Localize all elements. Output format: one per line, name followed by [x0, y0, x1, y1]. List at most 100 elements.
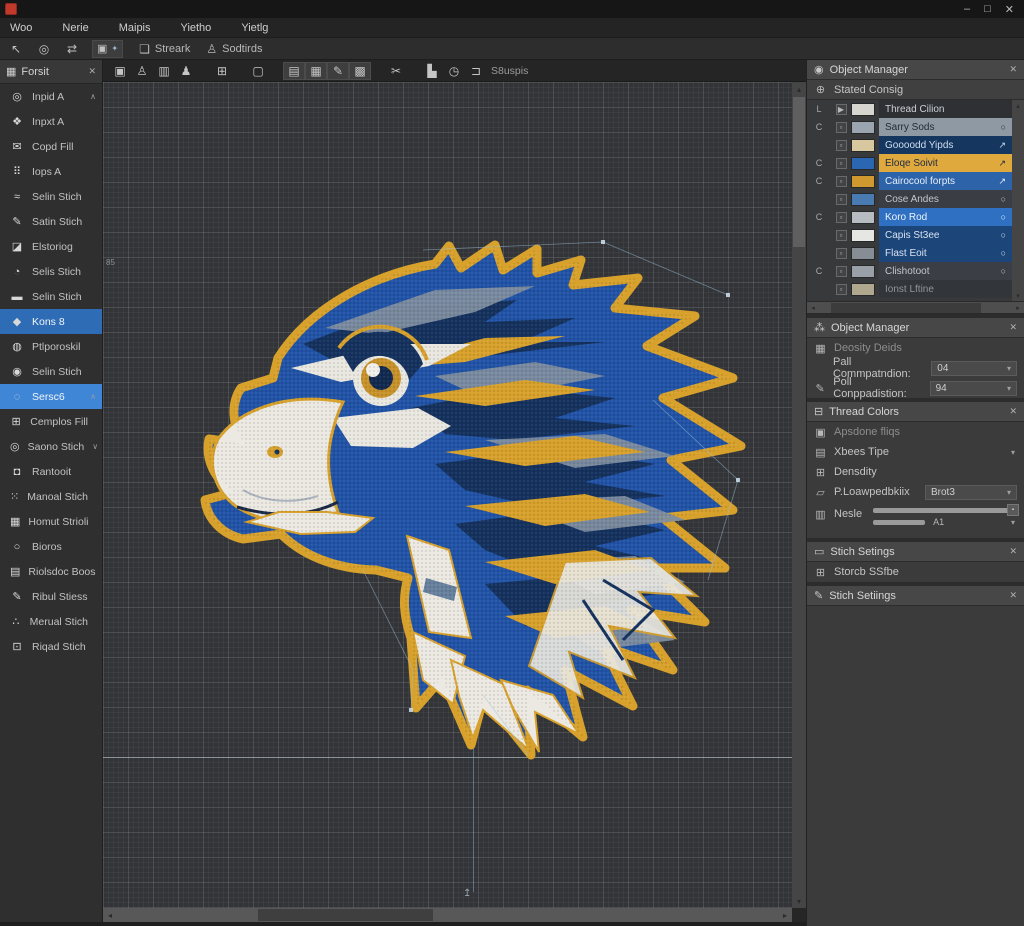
- menu-item[interactable]: Nerie: [60, 20, 90, 36]
- visibility-icon[interactable]: ○: [1001, 122, 1006, 132]
- thread-row[interactable]: C ▫ Cairocool forpts ↗: [807, 172, 1024, 190]
- frame-icon[interactable]: ▣: [109, 62, 131, 80]
- thread-row[interactable]: ▫ Ionst Lftine: [807, 280, 1024, 298]
- thread-row[interactable]: ▫ Goooodd Yipds ↗: [807, 136, 1024, 154]
- row-checkbox[interactable]: ▫: [831, 230, 851, 241]
- thread-band[interactable]: Clishotoot ○: [879, 262, 1012, 280]
- thread-row[interactable]: ▫ Capis St3ee ○: [807, 226, 1024, 244]
- sidebar-item[interactable]: ✎ Satin Stich: [0, 209, 102, 234]
- picture-icon[interactable]: ▩: [349, 62, 371, 80]
- thread-band[interactable]: Flast Eoit ○: [879, 244, 1012, 262]
- sidebar-item[interactable]: ◆ Kons 8: [0, 309, 102, 334]
- close-icon[interactable]: ✕: [1009, 590, 1017, 601]
- thread-row[interactable]: L ▶ Thread Cilion: [807, 100, 1024, 118]
- color-swatch[interactable]: [851, 283, 875, 296]
- color-swatch[interactable]: [851, 103, 875, 116]
- color-swatch[interactable]: [851, 175, 875, 188]
- pull1-select[interactable]: 04 ▾: [931, 361, 1017, 376]
- visibility-icon[interactable]: ↗: [998, 158, 1006, 169]
- square-icon[interactable]: ▢: [247, 62, 269, 80]
- chart-icon[interactable]: ▙: [421, 62, 443, 80]
- nesle-slider-2[interactable]: [873, 520, 925, 525]
- streark-button[interactable]: ❏ Streark: [131, 40, 198, 58]
- scroll-left-icon[interactable]: ◂: [807, 302, 819, 314]
- thread-row[interactable]: ▫ Cose Andes ○: [807, 190, 1024, 208]
- monitor-icon[interactable]: ▤: [283, 62, 305, 80]
- close-icon[interactable]: ✕: [1009, 406, 1017, 417]
- list-horizontal-scrollbar[interactable]: ◂ ▸: [807, 302, 1024, 314]
- scroll-up-icon[interactable]: ▴: [792, 82, 806, 96]
- color-swatch[interactable]: [851, 229, 875, 242]
- row-checkbox[interactable]: ▫: [831, 212, 851, 223]
- color-swatch[interactable]: [851, 265, 875, 278]
- color-swatch[interactable]: [851, 157, 875, 170]
- thread-band[interactable]: Sarry Sods ○: [879, 118, 1012, 136]
- visibility-icon[interactable]: ↗: [998, 176, 1006, 187]
- close-icon[interactable]: ✕: [1009, 322, 1017, 333]
- move-tool-icon[interactable]: ↖: [6, 40, 26, 58]
- scroll-left-icon[interactable]: ◂: [103, 908, 117, 922]
- maximize-button[interactable]: □: [984, 3, 991, 16]
- brush-icon[interactable]: ✎: [327, 62, 349, 80]
- visibility-icon[interactable]: ○: [1001, 230, 1006, 240]
- sidebar-item[interactable]: ✎ Ribul Stiess: [0, 584, 102, 609]
- canvas-horizontal-scrollbar[interactable]: ◂ ▸: [103, 908, 792, 922]
- mode-dropdown[interactable]: ▣ ✦: [92, 40, 123, 58]
- sidebar-item[interactable]: ◎ Inpid A ∧: [0, 84, 102, 109]
- image-icon[interactable]: ▦: [305, 62, 327, 80]
- sidebar-item[interactable]: ⁙ Manoal Stich: [0, 484, 102, 509]
- people-icon[interactable]: ♟: [175, 62, 197, 80]
- close-button[interactable]: ✕: [1005, 3, 1014, 16]
- menu-item[interactable]: Yietlg: [239, 20, 270, 36]
- pull2-select[interactable]: 94 ▾: [930, 381, 1017, 396]
- thread-band[interactable]: Cose Andes ○: [879, 190, 1012, 208]
- color-swatch[interactable]: [851, 121, 875, 134]
- sidebar-item[interactable]: ⊡ Riqad Stich: [0, 634, 102, 659]
- sodtirds-button[interactable]: ♙ Sodtirds: [198, 40, 270, 58]
- thread-band[interactable]: Goooodd Yipds ↗: [879, 136, 1012, 154]
- sidebar-item[interactable]: ▤ Riolsdoc Boos: [0, 559, 102, 584]
- visibility-icon[interactable]: ○: [1001, 248, 1006, 258]
- thread-band[interactable]: Koro Rod ○: [879, 208, 1012, 226]
- scissors-icon[interactable]: ✂: [385, 62, 407, 80]
- scroll-up-icon[interactable]: ▴: [1012, 100, 1024, 112]
- scroll-right-icon[interactable]: ▸: [1012, 302, 1024, 314]
- vscroll-thumb[interactable]: [793, 97, 805, 247]
- visibility-icon[interactable]: ○: [1001, 212, 1006, 222]
- menu-item[interactable]: Maipis: [117, 20, 153, 36]
- table-icon[interactable]: ▥: [153, 62, 175, 80]
- sidebar-item[interactable]: ∴ Merual Stich: [0, 609, 102, 634]
- scroll-down-icon[interactable]: ▾: [792, 894, 806, 908]
- close-icon[interactable]: ✕: [1009, 546, 1017, 557]
- visibility-icon[interactable]: ○: [1001, 194, 1006, 204]
- row-checkbox[interactable]: ▫: [831, 176, 851, 187]
- sidebar-item[interactable]: ✉ Copd Fill: [0, 134, 102, 159]
- sidebar-item[interactable]: ◘ Rantooit: [0, 459, 102, 484]
- close-icon[interactable]: ✕: [88, 66, 96, 77]
- sidebar-item[interactable]: ⊞ Cemplos Fill: [0, 409, 102, 434]
- sidebar-item[interactable]: ◌ Sersc6 ∧: [0, 384, 102, 409]
- thread-row[interactable]: C ▫ Eloqe Soivit ↗: [807, 154, 1024, 172]
- color-swatch[interactable]: [851, 211, 875, 224]
- sidebar-item[interactable]: ○ Bioros: [0, 534, 102, 559]
- row-checkbox[interactable]: ▫: [831, 158, 851, 169]
- sidebar-item[interactable]: ◔ Selis Stich: [0, 259, 102, 284]
- thread-band[interactable]: Cairocool forpts ↗: [879, 172, 1012, 190]
- zoom-tool-icon[interactable]: ◎: [34, 40, 54, 58]
- thread-row[interactable]: C ▫ Sarry Sods ○: [807, 118, 1024, 136]
- scroll-down-icon[interactable]: ▾: [1012, 290, 1024, 302]
- grid-icon[interactable]: ⊞: [211, 62, 233, 80]
- loawpedbkiix-select[interactable]: Brot3 ▾: [925, 485, 1017, 500]
- row-checkbox[interactable]: ▫: [831, 194, 851, 205]
- sidebar-item[interactable]: ◎ Saono Stich ∨: [0, 434, 102, 459]
- color-swatch[interactable]: [851, 193, 875, 206]
- sidebar-item[interactable]: ⠿ Iops A: [0, 159, 102, 184]
- color-swatch[interactable]: [851, 247, 875, 260]
- row-checkbox[interactable]: ▫: [831, 122, 851, 133]
- row-checkbox[interactable]: ▫: [831, 248, 851, 259]
- row-checkbox[interactable]: ▫: [831, 266, 851, 277]
- canvas-vertical-scrollbar[interactable]: ▴ ▾: [792, 82, 806, 908]
- transform-tool-icon[interactable]: ⇄: [62, 40, 82, 58]
- printer-icon[interactable]: ⊐: [465, 62, 487, 80]
- sidebar-item[interactable]: ≈ Selin Stich: [0, 184, 102, 209]
